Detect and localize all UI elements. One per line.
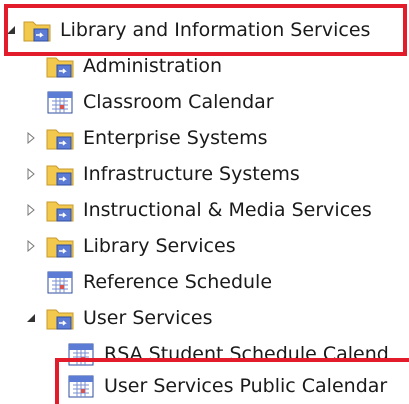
tree-item-classroom-calendar[interactable]: Classroom Calendar (0, 84, 409, 120)
tree-item-label: RSA Student Schedule Calend (104, 343, 389, 365)
folder-tree: Library and Information Services Adminis… (0, 0, 409, 404)
folder-calendar-icon (22, 16, 52, 44)
tree-item-user-services[interactable]: User Services (0, 300, 409, 336)
folder-calendar-icon (45, 52, 75, 80)
tree-item-label: Library Services (83, 235, 236, 257)
tree-item-library-and-information-services[interactable]: Library and Information Services (0, 12, 409, 48)
tree-item-label: User Services Public Calendar (104, 375, 388, 397)
tree-item-instructional-media-services[interactable]: Instructional & Media Services (0, 192, 409, 228)
expanded-arrow-icon[interactable] (24, 311, 38, 325)
folder-calendar-icon (45, 232, 75, 260)
tree-item-label: Enterprise Systems (83, 127, 268, 149)
collapsed-arrow-icon[interactable] (24, 239, 38, 253)
tree-item-library-services[interactable]: Library Services (0, 228, 409, 264)
expanded-arrow-icon[interactable] (4, 23, 18, 37)
collapsed-arrow-icon[interactable] (24, 131, 38, 145)
tree-item-user-services-public-calendar[interactable]: User Services Public Calendar (0, 368, 409, 404)
folder-calendar-icon (45, 304, 75, 332)
tree-item-administration[interactable]: Administration (0, 48, 409, 84)
folder-calendar-icon (45, 160, 75, 188)
tree-item-infrastructure-systems[interactable]: Infrastructure Systems (0, 156, 409, 192)
tree-item-label: Administration (83, 55, 223, 77)
tree-item-label: Instructional & Media Services (83, 199, 372, 221)
calendar-icon (66, 372, 96, 400)
calendar-icon (45, 88, 75, 116)
tree-item-enterprise-systems[interactable]: Enterprise Systems (0, 120, 409, 156)
folder-calendar-icon (45, 124, 75, 152)
collapsed-arrow-icon[interactable] (24, 203, 38, 217)
tree-item-label: Library and Information Services (60, 19, 371, 41)
tree-item-label: User Services (83, 307, 213, 329)
tree-item-reference-schedule[interactable]: Reference Schedule (0, 264, 409, 300)
tree-item-label: Infrastructure Systems (83, 163, 300, 185)
tree-item-rsa-student-schedule-calendar[interactable]: RSA Student Schedule Calend (0, 336, 409, 372)
calendar-icon (45, 268, 75, 296)
tree-item-label: Classroom Calendar (83, 91, 274, 113)
tree-item-label: Reference Schedule (83, 271, 273, 293)
collapsed-arrow-icon[interactable] (24, 167, 38, 181)
folder-calendar-icon (45, 196, 75, 224)
calendar-icon (66, 340, 96, 368)
